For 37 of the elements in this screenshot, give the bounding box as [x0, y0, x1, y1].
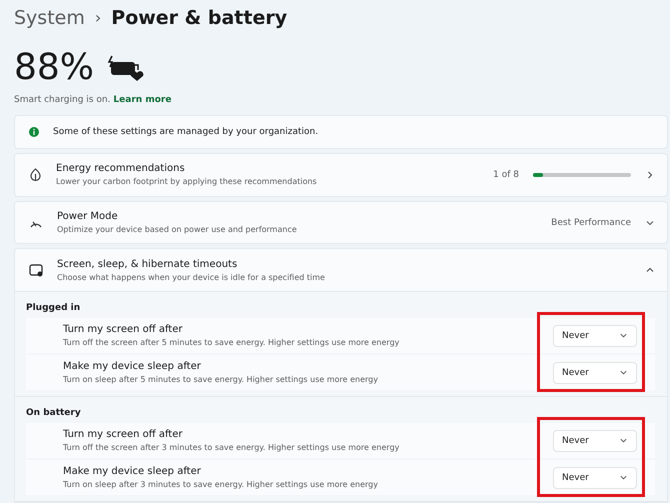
card-title: Energy recommendations	[56, 163, 186, 174]
screen-sleep-icon	[29, 264, 43, 277]
progress-reading: 1 of 8	[493, 170, 519, 180]
card-title: Screen, sleep, & hibernate timeouts	[57, 258, 238, 270]
card-title: Power Mode	[57, 211, 119, 222]
timeout-dropdown[interactable]: Never	[553, 362, 637, 384]
setting-description: Turn on sleep after 5 minutes to save energy. Higher settings use more energy	[63, 375, 379, 384]
timeout-dropdown[interactable]: Never	[553, 430, 637, 452]
setting-title: Turn my screen off after	[63, 429, 184, 440]
smart-charging-text: Smart charging is on.	[14, 95, 110, 108]
learn-more-link[interactable]: Learn more	[113, 95, 172, 110]
leaf-icon	[29, 168, 42, 182]
page-title: Power & battery	[111, 6, 288, 29]
setting-description: Turn off the screen after 3 minutes to save energy. Higher settings use more energy	[63, 443, 400, 452]
card-description: Choose what happens when your device is idle for a specified time	[57, 272, 326, 282]
settings-card[interactable]: Screen, sleep, & hibernate timeouts Choose what happens when your device is idle for a specified time	[14, 248, 668, 292]
info-icon	[29, 127, 39, 138]
setting-description: Turn off the screen after 5 minutes to save energy. Higher settings use more energy	[63, 338, 400, 348]
group-heading: On battery	[26, 407, 82, 420]
timeout-dropdown[interactable]: Never	[553, 466, 637, 489]
setting-description: Turn on sleep after 3 minutes to save energy. Higher settings use more energy	[63, 480, 379, 490]
settings-card[interactable]: Power Mode Optimize your device based on power use and performance Best Performance	[14, 200, 668, 244]
breadcrumb-link[interactable]: System	[14, 6, 85, 29]
settings-card[interactable]: Energy recommendations Lower your carbon footprint by applying these recommendations 1 of 8	[14, 153, 668, 197]
card-description: Lower your carbon footprint by applying these recommendations	[56, 177, 318, 186]
power-mode-value[interactable]: Best Performance	[551, 218, 631, 228]
chevron-right-icon[interactable]	[645, 170, 655, 180]
group-heading: Plugged in	[26, 302, 82, 316]
battery-charging-icon	[106, 54, 146, 82]
timeout-dropdown[interactable]: Never	[553, 324, 637, 347]
notice-text: Some of these settings are managed by your organization.	[53, 127, 318, 138]
card-description: Optimize your device based on power use and performance	[57, 225, 298, 234]
setting-title: Make my device sleep after	[63, 361, 202, 372]
battery-percentage: 88%	[14, 47, 94, 88]
breadcrumb-separator: ›	[94, 8, 102, 28]
setting-title: Make my device sleep after	[63, 466, 202, 478]
setting-title: Turn my screen off after	[63, 324, 184, 336]
